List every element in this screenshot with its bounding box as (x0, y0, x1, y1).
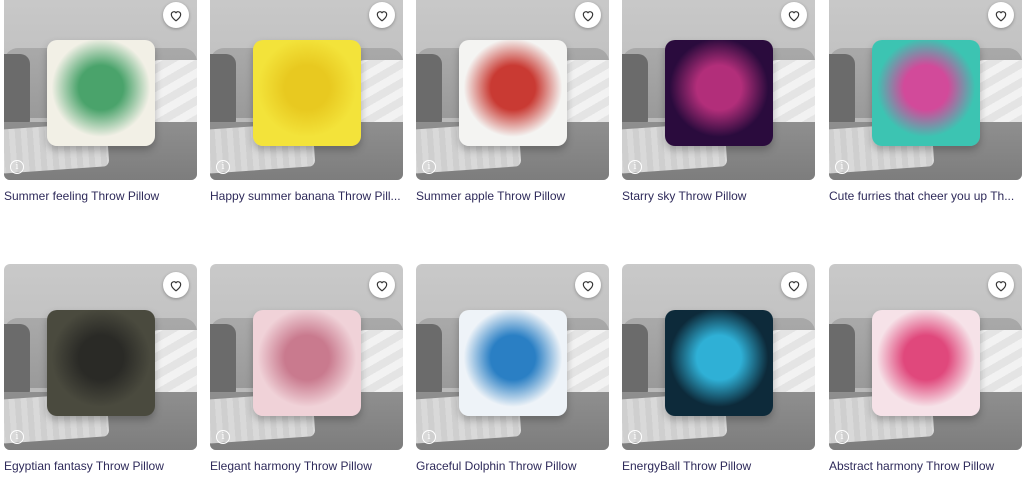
info-icon[interactable]: i (835, 160, 849, 174)
favorite-button[interactable] (369, 2, 395, 28)
heart-icon (995, 280, 1007, 291)
pillow-design (459, 310, 567, 416)
product-image[interactable]: i (829, 0, 1022, 180)
favorite-button[interactable] (988, 272, 1014, 298)
product-card[interactable]: i Abstract harmony Throw Pillow (829, 264, 1022, 473)
product-card[interactable]: i Summer feeling Throw Pillow (4, 0, 197, 203)
product-image[interactable]: i (829, 264, 1022, 450)
pillow-design (665, 40, 773, 146)
info-icon[interactable]: i (835, 430, 849, 444)
heart-icon (376, 280, 388, 291)
favorite-button[interactable] (781, 2, 807, 28)
heart-icon (170, 10, 182, 21)
product-title[interactable]: Egyptian fantasy Throw Pillow (4, 459, 197, 473)
product-card[interactable]: i Graceful Dolphin Throw Pillow (416, 264, 609, 473)
favorite-button[interactable] (575, 272, 601, 298)
pillow-design (253, 310, 361, 416)
pillow-design (253, 40, 361, 146)
sofa-side-pillow-dark (622, 324, 648, 400)
product-image[interactable]: i (4, 0, 197, 180)
product-title[interactable]: Elegant harmony Throw Pillow (210, 459, 403, 473)
product-title[interactable]: Happy summer banana Throw Pill... (210, 189, 403, 203)
favorite-button[interactable] (988, 2, 1014, 28)
product-title[interactable]: EnergyBall Throw Pillow (622, 459, 815, 473)
product-card[interactable]: i Summer apple Throw Pillow (416, 0, 609, 203)
info-icon[interactable]: i (10, 160, 24, 174)
info-icon[interactable]: i (216, 430, 230, 444)
heart-icon (995, 10, 1007, 21)
sofa-side-pillow-dark (4, 54, 30, 130)
info-icon[interactable]: i (10, 430, 24, 444)
sofa-side-pillow-dark (210, 324, 236, 400)
product-title[interactable]: Abstract harmony Throw Pillow (829, 459, 1022, 473)
heart-icon (582, 280, 594, 291)
sofa-side-pillow-dark (829, 324, 855, 400)
pillow-design (872, 310, 980, 416)
product-title[interactable]: Graceful Dolphin Throw Pillow (416, 459, 609, 473)
product-card[interactable]: i Cute furries that cheer you up Th... (829, 0, 1022, 203)
product-image[interactable]: i (210, 0, 403, 180)
heart-icon (170, 280, 182, 291)
heart-icon (788, 280, 800, 291)
product-card[interactable]: i Happy summer banana Throw Pill... (210, 0, 403, 203)
product-grid: i Summer feeling Throw Pillow i Happy su… (0, 0, 1024, 493)
product-card[interactable]: i Egyptian fantasy Throw Pillow (4, 264, 197, 473)
sofa-side-pillow-dark (4, 324, 30, 400)
product-image[interactable]: i (416, 0, 609, 180)
info-icon[interactable]: i (628, 430, 642, 444)
favorite-button[interactable] (369, 272, 395, 298)
favorite-button[interactable] (163, 272, 189, 298)
sofa-side-pillow-dark (622, 54, 648, 130)
heart-icon (376, 10, 388, 21)
product-image[interactable]: i (622, 264, 815, 450)
product-title[interactable]: Summer apple Throw Pillow (416, 189, 609, 203)
info-icon[interactable]: i (628, 160, 642, 174)
sofa-side-pillow-dark (210, 54, 236, 130)
heart-icon (788, 10, 800, 21)
product-image[interactable]: i (210, 264, 403, 450)
favorite-button[interactable] (163, 2, 189, 28)
product-card[interactable]: i EnergyBall Throw Pillow (622, 264, 815, 473)
favorite-button[interactable] (575, 2, 601, 28)
product-title[interactable]: Cute furries that cheer you up Th... (829, 189, 1022, 203)
pillow-design (665, 310, 773, 416)
product-card[interactable]: i Elegant harmony Throw Pillow (210, 264, 403, 473)
sofa-side-pillow-dark (416, 324, 442, 400)
info-icon[interactable]: i (216, 160, 230, 174)
product-title[interactable]: Summer feeling Throw Pillow (4, 189, 197, 203)
pillow-design (47, 310, 155, 416)
sofa-side-pillow-dark (416, 54, 442, 130)
pillow-design (459, 40, 567, 146)
pillow-design (47, 40, 155, 146)
sofa-side-pillow-dark (829, 54, 855, 130)
info-icon[interactable]: i (422, 160, 436, 174)
product-image[interactable]: i (4, 264, 197, 450)
heart-icon (582, 10, 594, 21)
pillow-design (872, 40, 980, 146)
product-image[interactable]: i (622, 0, 815, 180)
product-title[interactable]: Starry sky Throw Pillow (622, 189, 815, 203)
info-icon[interactable]: i (422, 430, 436, 444)
product-card[interactable]: i Starry sky Throw Pillow (622, 0, 815, 203)
favorite-button[interactable] (781, 272, 807, 298)
product-image[interactable]: i (416, 264, 609, 450)
